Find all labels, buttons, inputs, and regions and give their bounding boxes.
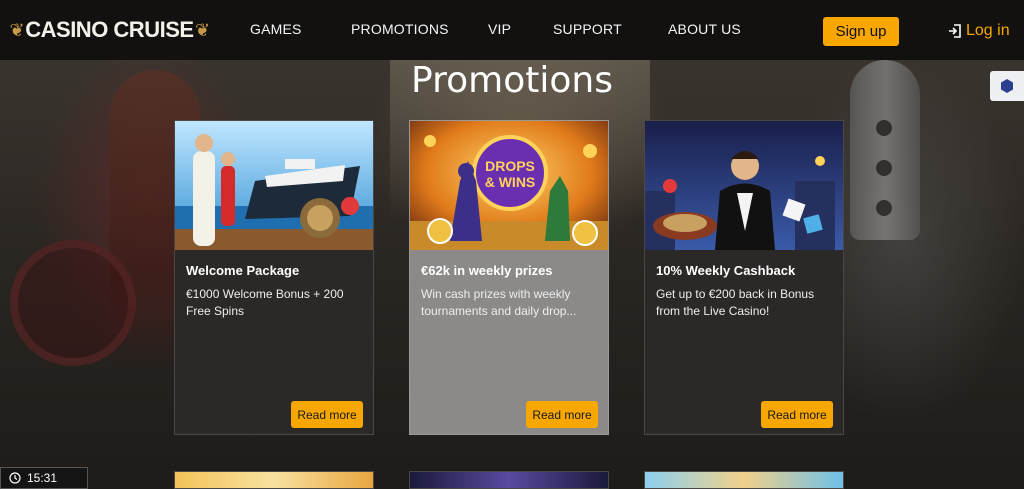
nav-games[interactable]: GAMES <box>250 21 302 37</box>
read-more-button[interactable]: Read more <box>291 401 363 428</box>
badge-wins: & WINS <box>485 174 536 190</box>
promo-card-welcome[interactable]: Welcome Package €1000 Welcome Bonus + 20… <box>174 120 374 435</box>
rocket-window <box>876 200 892 216</box>
read-more-button[interactable]: Read more <box>526 401 598 428</box>
promo-image-drops-wins: DROPS & WINS <box>410 121 608 250</box>
promo-title: €62k in weekly prizes <box>421 263 553 278</box>
promo-card-partial[interactable] <box>174 471 374 489</box>
session-clock: 15:31 <box>0 467 88 489</box>
promo-card-drops-wins[interactable]: DROPS & WINS €62k in weekly prizes Win c… <box>409 120 609 435</box>
nav-promotions[interactable]: PROMOTIONS <box>351 21 449 37</box>
promo-description: €1000 Welcome Bonus + 200 Free Spins <box>186 287 344 318</box>
promo-image-welcome <box>175 121 373 250</box>
nav-about-us[interactable]: ABOUT US <box>668 21 741 37</box>
promo-card-partial[interactable] <box>409 471 609 489</box>
promo-image-cashback <box>645 121 843 250</box>
roulette-wheel-illustration <box>10 240 136 366</box>
promo-card-cashback[interactable]: 10% Weekly Cashback Get up to €200 back … <box>644 120 844 435</box>
read-more-button[interactable]: Read more <box>761 401 833 428</box>
page-title: Promotions <box>411 60 613 101</box>
casino-cruise-logo[interactable]: ❦ CASINO CRUISE ❦ <box>10 14 209 46</box>
seahorse-left-icon: ❦ <box>10 17 24 42</box>
nav-vip[interactable]: VIP <box>488 21 511 37</box>
seahorse-right-icon: ❦ <box>195 17 209 42</box>
promo-title: Welcome Package <box>186 263 300 278</box>
rocket-window <box>876 160 892 176</box>
top-header: ❦ CASINO CRUISE ❦ GAMES PROMOTIONS VIP S… <box>0 0 1024 60</box>
badge-drops: DROPS <box>485 158 535 174</box>
promo-title: 10% Weekly Cashback <box>656 263 796 278</box>
clock-time: 15:31 <box>27 471 58 485</box>
clock-icon <box>9 472 21 484</box>
login-icon <box>949 24 961 38</box>
promo-card-partial[interactable] <box>644 471 844 489</box>
promo-description: Get up to €200 back in Bonus from the Li… <box>656 287 815 318</box>
nav-support[interactable]: SUPPORT <box>553 21 622 37</box>
sign-up-button[interactable]: Sign up <box>823 17 899 46</box>
logo-text: CASINO CRUISE <box>25 17 194 42</box>
log-in-label: Log in <box>966 22 1010 39</box>
promo-description: Win cash prizes with weekly tournaments … <box>421 287 577 318</box>
log-in-button[interactable]: Log in <box>948 22 1010 40</box>
rocket-window <box>876 120 892 136</box>
